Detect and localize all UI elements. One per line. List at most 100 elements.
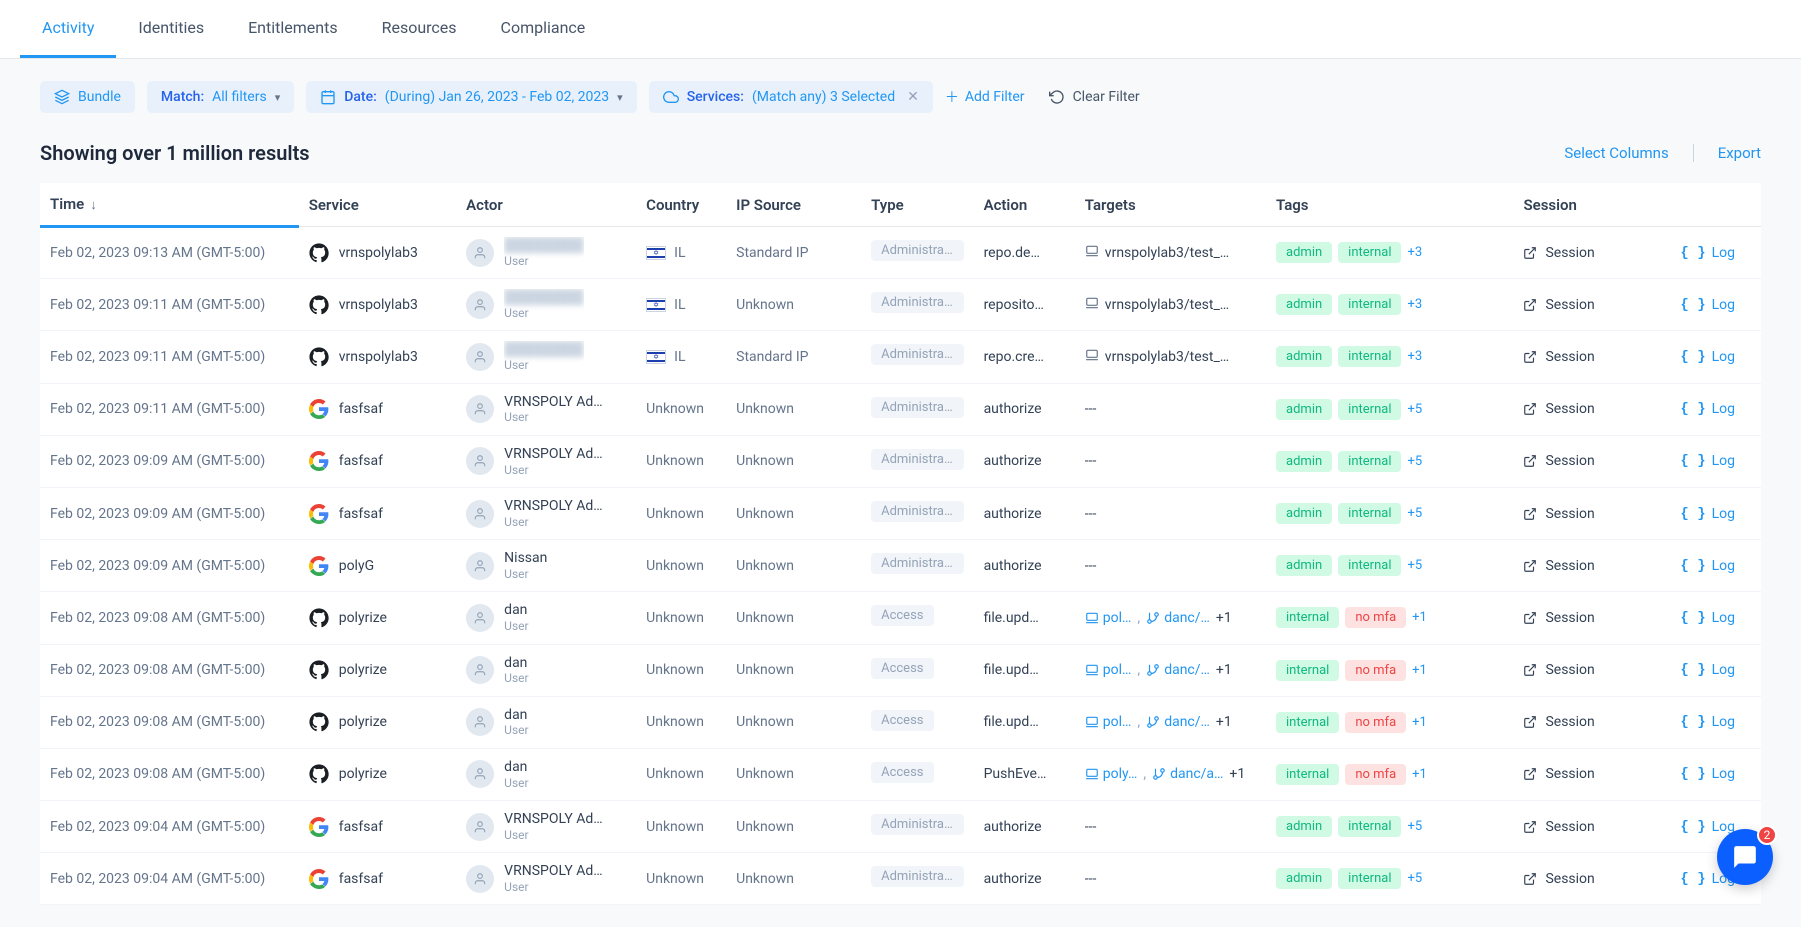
- table-row[interactable]: Feb 02, 2023 09:09 AM (GMT-5:00)fasfsafV…: [40, 435, 1761, 487]
- tags-more[interactable]: +1: [1412, 610, 1427, 625]
- cell-time: Feb 02, 2023 09:04 AM (GMT-5:00): [40, 853, 299, 905]
- column-header[interactable]: Time↓: [40, 183, 299, 227]
- tags-more[interactable]: +5: [1407, 819, 1422, 834]
- column-header[interactable]: Action: [974, 183, 1075, 227]
- table-row[interactable]: Feb 02, 2023 09:13 AM (GMT-5:00)vrnspoly…: [40, 227, 1761, 279]
- table-row[interactable]: Feb 02, 2023 09:11 AM (GMT-5:00)fasfsafV…: [40, 383, 1761, 435]
- tags-more[interactable]: +1: [1412, 767, 1427, 782]
- cell-log[interactable]: { }Log: [1671, 748, 1761, 800]
- services-filter[interactable]: Services: (Match any) 3 Selected ✕: [649, 81, 933, 113]
- cell-session[interactable]: Session: [1513, 331, 1670, 383]
- tab-identities[interactable]: Identities: [116, 0, 226, 58]
- bundle-button[interactable]: Bundle: [40, 81, 135, 113]
- laptop-icon: [1085, 611, 1099, 625]
- table-row[interactable]: Feb 02, 2023 09:04 AM (GMT-5:00)fasfsafV…: [40, 853, 1761, 905]
- cell-log[interactable]: { }Log: [1671, 383, 1761, 435]
- table-row[interactable]: Feb 02, 2023 09:11 AM (GMT-5:00)vrnspoly…: [40, 279, 1761, 331]
- cell-time: Feb 02, 2023 09:04 AM (GMT-5:00): [40, 801, 299, 853]
- column-header[interactable]: IP Source: [726, 183, 861, 227]
- target-link[interactable]: danc/a…: [1152, 766, 1223, 782]
- cell-log[interactable]: { }Log: [1671, 435, 1761, 487]
- cell-log[interactable]: { }Log: [1671, 279, 1761, 331]
- table-row[interactable]: Feb 02, 2023 09:08 AM (GMT-5:00)polyrize…: [40, 696, 1761, 748]
- tags-more[interactable]: +5: [1407, 558, 1422, 573]
- date-filter[interactable]: Date: (During) Jan 26, 2023 - Feb 02, 20…: [306, 81, 636, 113]
- table-row[interactable]: Feb 02, 2023 09:09 AM (GMT-5:00)fasfsafV…: [40, 487, 1761, 539]
- column-header[interactable]: [1671, 183, 1761, 227]
- add-filter-button[interactable]: ＋ Add Filter: [945, 87, 1025, 107]
- cell-session[interactable]: Session: [1513, 696, 1670, 748]
- chat-widget[interactable]: 2: [1717, 829, 1773, 885]
- cell-log[interactable]: { }Log: [1671, 487, 1761, 539]
- tab-activity[interactable]: Activity: [20, 0, 116, 58]
- cell-targets: vrnspolylab3/test_…: [1075, 227, 1266, 279]
- cell-log[interactable]: { }Log: [1671, 696, 1761, 748]
- cell-log[interactable]: { }Log: [1671, 592, 1761, 644]
- cell-log[interactable]: { }Log: [1671, 644, 1761, 696]
- table-row[interactable]: Feb 02, 2023 09:08 AM (GMT-5:00)polyrize…: [40, 592, 1761, 644]
- cell-session[interactable]: Session: [1513, 279, 1670, 331]
- tags-more[interactable]: +5: [1407, 402, 1422, 417]
- tags-more[interactable]: +1: [1412, 663, 1427, 678]
- column-header[interactable]: Actor: [456, 183, 636, 227]
- table-row[interactable]: Feb 02, 2023 09:09 AM (GMT-5:00)polyGNis…: [40, 540, 1761, 592]
- close-icon[interactable]: ✕: [907, 89, 919, 105]
- tag-badge: internal: [1276, 712, 1339, 733]
- target-link[interactable]: danc/…: [1146, 610, 1210, 626]
- cell-session[interactable]: Session: [1513, 487, 1670, 539]
- cell-session[interactable]: Session: [1513, 227, 1670, 279]
- cell-log[interactable]: { }Log: [1671, 331, 1761, 383]
- flag-il-icon: ✡: [646, 246, 666, 260]
- cell-session[interactable]: Session: [1513, 853, 1670, 905]
- tab-resources[interactable]: Resources: [360, 0, 479, 58]
- cell-session[interactable]: Session: [1513, 383, 1670, 435]
- target-link[interactable]: poly…: [1085, 766, 1138, 782]
- cell-time: Feb 02, 2023 09:08 AM (GMT-5:00): [40, 644, 299, 696]
- tab-entitlements[interactable]: Entitlements: [226, 0, 360, 58]
- tags-more[interactable]: +5: [1407, 454, 1422, 469]
- column-header[interactable]: Country: [636, 183, 726, 227]
- table-row[interactable]: Feb 02, 2023 09:11 AM (GMT-5:00)vrnspoly…: [40, 331, 1761, 383]
- export-button[interactable]: Export: [1718, 144, 1761, 162]
- select-columns-button[interactable]: Select Columns: [1564, 144, 1668, 162]
- target-link[interactable]: pol…: [1085, 610, 1132, 626]
- cell-session[interactable]: Session: [1513, 801, 1670, 853]
- cell-actor: VRNSPOLY Ad…User: [456, 383, 636, 435]
- external-link-icon: [1523, 872, 1537, 886]
- cell-log[interactable]: { }Log: [1671, 227, 1761, 279]
- column-header[interactable]: Service: [299, 183, 456, 227]
- cell-log[interactable]: { }Log: [1671, 540, 1761, 592]
- column-header[interactable]: Tags: [1266, 183, 1513, 227]
- cell-session[interactable]: Session: [1513, 592, 1670, 644]
- table-row[interactable]: Feb 02, 2023 09:04 AM (GMT-5:00)fasfsafV…: [40, 801, 1761, 853]
- tags-more[interactable]: +3: [1407, 349, 1422, 364]
- target-link[interactable]: pol…: [1085, 662, 1132, 678]
- cell-actor: danUser: [456, 748, 636, 800]
- target-link[interactable]: danc/…: [1146, 662, 1210, 678]
- tag-badge: admin: [1276, 294, 1332, 315]
- clear-filter-button[interactable]: Clear Filter: [1049, 89, 1140, 105]
- cell-session[interactable]: Session: [1513, 540, 1670, 592]
- cell-country: Unknown: [636, 801, 726, 853]
- target-link[interactable]: danc/…: [1146, 714, 1210, 730]
- tab-compliance[interactable]: Compliance: [479, 0, 608, 58]
- tags-more[interactable]: +3: [1407, 245, 1422, 260]
- table-row[interactable]: Feb 02, 2023 09:08 AM (GMT-5:00)polyrize…: [40, 644, 1761, 696]
- tags-more[interactable]: +5: [1407, 871, 1422, 886]
- table-row[interactable]: Feb 02, 2023 09:08 AM (GMT-5:00)polyrize…: [40, 748, 1761, 800]
- braces-icon: { }: [1680, 819, 1705, 835]
- cell-session[interactable]: Session: [1513, 435, 1670, 487]
- column-header[interactable]: Session: [1513, 183, 1670, 227]
- tags-more[interactable]: +5: [1407, 506, 1422, 521]
- tags-more[interactable]: +1: [1412, 715, 1427, 730]
- column-header[interactable]: Type: [861, 183, 973, 227]
- cell-session[interactable]: Session: [1513, 748, 1670, 800]
- avatar: [466, 239, 494, 267]
- target-link[interactable]: pol…: [1085, 714, 1132, 730]
- braces-icon: { }: [1680, 506, 1705, 522]
- cell-service: polyrize: [299, 696, 456, 748]
- column-header[interactable]: Targets: [1075, 183, 1266, 227]
- match-filter[interactable]: Match: All filters ▾: [147, 81, 294, 113]
- cell-session[interactable]: Session: [1513, 644, 1670, 696]
- tags-more[interactable]: +3: [1407, 297, 1422, 312]
